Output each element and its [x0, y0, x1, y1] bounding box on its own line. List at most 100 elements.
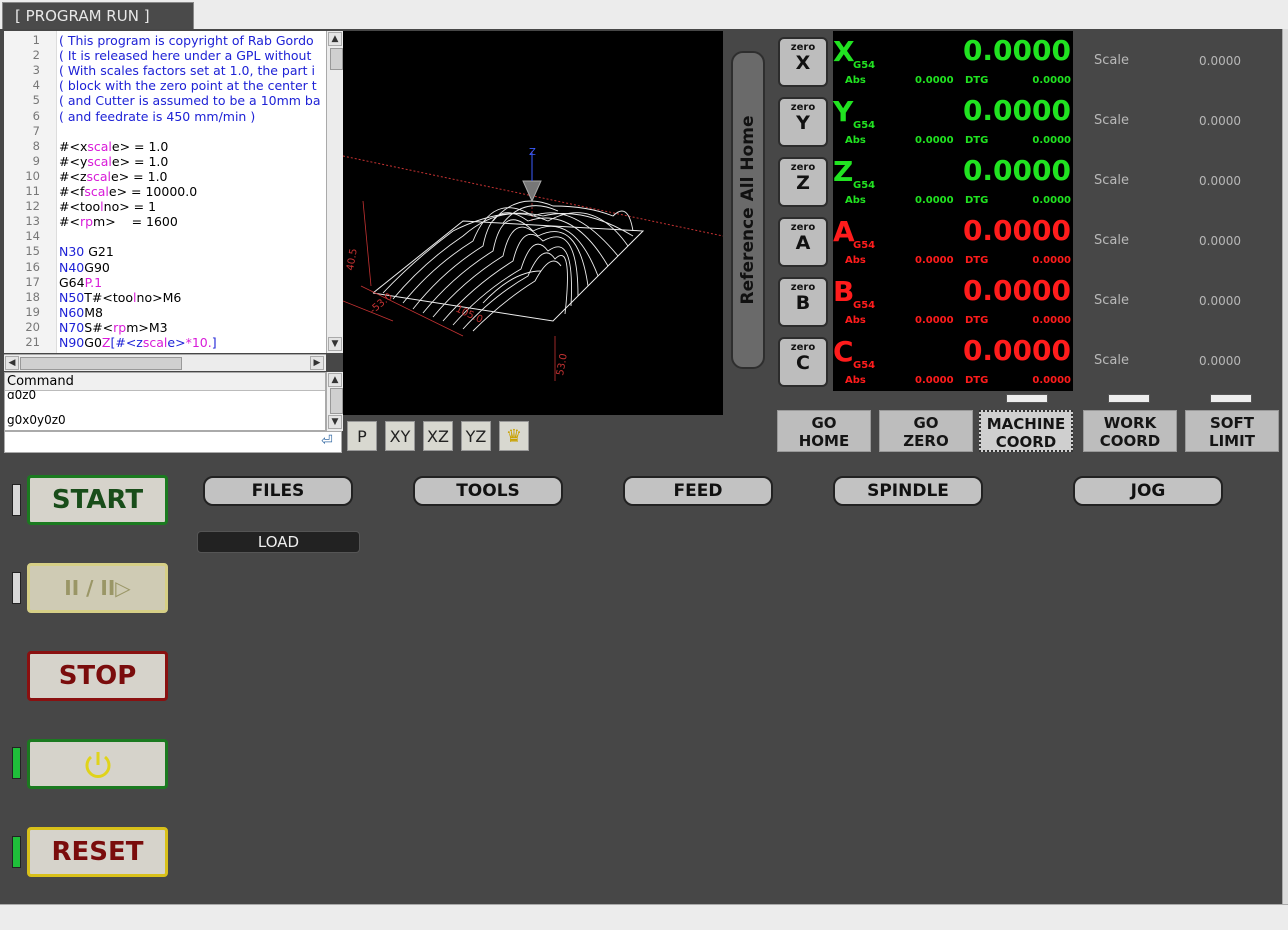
gcode-line[interactable]: N50T#<toolno>M6: [59, 290, 181, 305]
scroll-thumb[interactable]: [330, 48, 343, 70]
zero-y-button[interactable]: zero Y: [778, 97, 828, 147]
scale-value: 0.0000: [1199, 174, 1241, 188]
view-yz-button[interactable]: YZ: [461, 421, 491, 451]
spindle-button[interactable]: SPINDLE: [833, 476, 983, 506]
scroll-left-arrow-icon[interactable]: ◀: [5, 356, 19, 370]
files-button[interactable]: FILES: [203, 476, 353, 506]
command-history-panel[interactable]: Command g0z0 g0x0y0z0: [4, 372, 326, 431]
line-number: 14: [25, 229, 40, 244]
dro-value: 0.0000: [962, 274, 1071, 307]
gcode-line[interactable]: ( block with the zero point at the cente…: [59, 78, 317, 93]
gcode-line[interactable]: N60M8: [59, 305, 103, 320]
dro-value: 0.0000: [962, 34, 1071, 67]
enter-icon[interactable]: ⏎: [321, 433, 333, 449]
scale-label: Scale: [1094, 53, 1129, 68]
command-scrollbar[interactable]: ▲ ▼: [326, 372, 343, 431]
gcode-line[interactable]: #<yscale> = 1.0: [59, 154, 168, 169]
dro-row-y: Y G54 0.0000 Abs 0.0000 DTG 0.0000: [833, 91, 1073, 151]
view-xy-button[interactable]: XY: [385, 421, 415, 451]
zero-a-button[interactable]: zero A: [778, 217, 828, 267]
machine-power-button[interactable]: [27, 739, 168, 789]
gcode-line[interactable]: N70S#<rpm>M3: [59, 320, 168, 335]
line-number: 20: [25, 319, 40, 334]
zero-b-button[interactable]: zero B: [778, 277, 828, 327]
gcode-token: ( It is released here under a GPL withou…: [59, 48, 312, 64]
start-button[interactable]: START: [27, 475, 168, 525]
dro-dtg-value: 0.0000: [1032, 75, 1071, 86]
scale-value: 0.0000: [1199, 234, 1241, 248]
gcode-line[interactable]: ( and Cutter is assumed to be a 10mm ba: [59, 93, 321, 108]
gcode-line[interactable]: N90G0Z[#<zscale>*10.]: [59, 335, 217, 350]
gcode-token: ( and Cutter is assumed to be a 10mm ba: [59, 93, 321, 109]
gcode-token: scal: [87, 138, 112, 154]
gcode-token: N30: [59, 244, 85, 260]
tools-button[interactable]: TOOLS: [413, 476, 563, 506]
gcode-line[interactable]: ( and feedrate is 450 mm/min ): [59, 109, 255, 124]
dro-axis-letter: A: [833, 215, 855, 248]
gcode-line[interactable]: N30 G21: [59, 244, 114, 259]
stop-button[interactable]: STOP: [27, 651, 168, 701]
go-zero-button[interactable]: GO ZERO: [879, 410, 973, 452]
gcode-token: #<too: [59, 199, 101, 215]
toolpath-preview[interactable]: Z 105.0 40.5 -53.0 53.0: [342, 31, 724, 415]
reset-button[interactable]: RESET: [27, 827, 168, 877]
clear-backplot-icon[interactable]: ♛: [499, 421, 529, 451]
scroll-thumb[interactable]: [330, 388, 343, 414]
work-coord-button[interactable]: WORK COORD: [1083, 410, 1177, 452]
dro-axis-letter: B: [833, 275, 855, 308]
gcode-vertical-scrollbar[interactable]: ▲ ▼: [326, 31, 343, 353]
gcode-line[interactable]: #<rpm> = 1600: [59, 214, 178, 229]
mdi-command-input[interactable]: ⏎: [4, 431, 342, 453]
load-button[interactable]: LOAD: [197, 531, 360, 553]
status-bar: [0, 904, 1288, 930]
scale-value: 0.0000: [1199, 294, 1241, 308]
line-number: 1: [32, 33, 40, 47]
gcode-line[interactable]: G64P.1: [59, 275, 102, 290]
dro-axis-letter: Y: [833, 95, 854, 128]
zero-c-button[interactable]: zero C: [778, 337, 828, 387]
dro-abs-label: Abs: [845, 195, 866, 206]
gcode-line[interactable]: #<zscale> = 1.0: [59, 169, 168, 184]
gcode-line[interactable]: ( This program is copyright of Rab Gordo: [59, 33, 314, 48]
tab-program-run[interactable]: [ PROGRAM RUN ]: [2, 2, 194, 29]
gcode-viewer[interactable]: 1 ( This program is copyright of Rab Gord…: [4, 31, 326, 353]
machine-coord-indicator: [1006, 394, 1048, 403]
jog-button[interactable]: JOG: [1073, 476, 1223, 506]
dro-display: X G54 0.0000 Abs 0.0000 DTG 0.0000 Y G54 0.0000 Ab…: [833, 31, 1073, 391]
machine-coord-button[interactable]: MACHINE COORD: [979, 410, 1073, 452]
zero-x-button[interactable]: zero X: [778, 37, 828, 87]
soft-limit-button[interactable]: SOFT LIMIT: [1185, 410, 1279, 452]
dro-dtg-label: DTG: [965, 255, 989, 266]
gcode-line[interactable]: #<xscale> = 1.0: [59, 139, 168, 154]
dro-dtg-value: 0.0000: [1032, 255, 1071, 266]
pause-resume-button[interactable]: II / II▷: [27, 563, 168, 613]
view-perspective-button[interactable]: P: [347, 421, 377, 451]
gcode-line[interactable]: ( With scales factors set at 1.0, the pa…: [59, 63, 315, 78]
scroll-up-arrow-icon[interactable]: ▲: [328, 373, 342, 387]
scale-label: Scale: [1094, 353, 1129, 368]
gcode-line[interactable]: #<toolno> = 1: [59, 199, 156, 214]
scroll-thumb-horizontal[interactable]: [20, 357, 182, 370]
gcode-line[interactable]: N40G90: [59, 260, 110, 275]
command-history-item[interactable]: g0z0: [7, 389, 36, 399]
command-history-item[interactable]: g0x0y0z0: [7, 413, 66, 427]
scale-value: 0.0000: [1199, 354, 1241, 368]
reference-all-home-button[interactable]: Reference All Home: [731, 51, 765, 369]
gcode-token: G21: [84, 244, 114, 260]
dro-dtg-value: 0.0000: [1032, 135, 1071, 146]
gcode-token: ( This program is copyright of Rab Gordo: [59, 33, 314, 48]
gcode-line[interactable]: #<fscale> = 10000.0: [59, 184, 197, 199]
view-xz-button[interactable]: XZ: [423, 421, 453, 451]
dro-abs-label: Abs: [845, 375, 866, 386]
scroll-down-arrow-icon[interactable]: ▼: [328, 415, 342, 429]
zero-z-button[interactable]: zero Z: [778, 157, 828, 207]
scroll-up-arrow-icon[interactable]: ▲: [328, 32, 342, 46]
go-home-button[interactable]: GO HOME: [777, 410, 871, 452]
scroll-down-arrow-icon[interactable]: ▼: [328, 337, 342, 351]
gcode-horizontal-scrollbar[interactable]: ◀ ▶: [4, 354, 326, 371]
gcode-token: e> = 10000.0: [108, 184, 198, 199]
gcode-line[interactable]: ( It is released here under a GPL withou…: [59, 48, 311, 63]
scroll-right-arrow-icon[interactable]: ▶: [310, 356, 324, 370]
dro-coord-system: G54: [853, 180, 876, 191]
feed-button[interactable]: FEED: [623, 476, 773, 506]
